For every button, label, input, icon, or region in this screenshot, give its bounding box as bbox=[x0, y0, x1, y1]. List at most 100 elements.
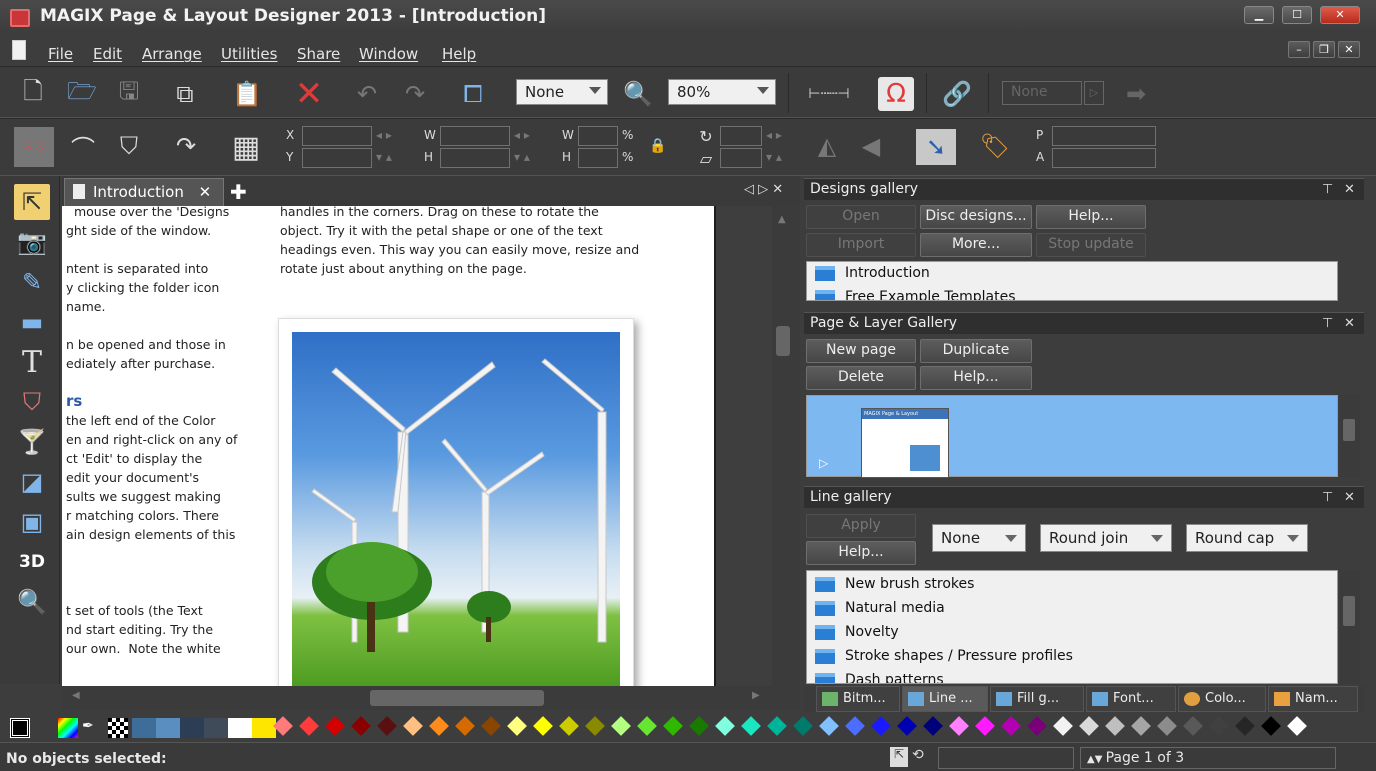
color-swatch[interactable] bbox=[767, 716, 787, 736]
new-document-icon[interactable]: 🗋 bbox=[18, 77, 48, 109]
zoom-icon[interactable]: 🔍 bbox=[620, 79, 656, 109]
freehand-tool-icon[interactable]: ✎ bbox=[14, 264, 50, 300]
open-button[interactable]: Open bbox=[806, 205, 916, 229]
scale-h-field[interactable] bbox=[578, 148, 618, 168]
line-gallery-scroll-thumb[interactable] bbox=[1343, 596, 1355, 626]
list-item[interactable]: New brush strokes bbox=[807, 573, 1337, 597]
import-button[interactable]: Import bbox=[806, 233, 916, 257]
color-editor-icon[interactable] bbox=[58, 718, 78, 738]
menu-arrange[interactable]: Arrange bbox=[142, 45, 202, 63]
flip-vertical-icon[interactable]: ◀ bbox=[856, 131, 886, 161]
color-swatch[interactable] bbox=[1131, 716, 1151, 736]
flip-horizontal-icon[interactable]: ◭ bbox=[812, 131, 842, 161]
refresh-icon[interactable]: ⟲ bbox=[912, 747, 932, 767]
rotation-stepper[interactable]: ◂ ▸ bbox=[766, 128, 782, 142]
w-stepper[interactable]: ◂ ▸ bbox=[514, 128, 530, 142]
stop-update-button[interactable]: Stop update bbox=[1036, 233, 1146, 257]
wind-turbine-photo[interactable] bbox=[292, 332, 620, 686]
color-swatch[interactable] bbox=[252, 718, 276, 738]
line-help-button[interactable]: Help... bbox=[806, 541, 916, 565]
scroll-left-icon[interactable]: ◀ bbox=[72, 690, 80, 701]
tab-introduction[interactable]: Introduction ✕ bbox=[64, 178, 224, 206]
color-swatch[interactable] bbox=[204, 718, 228, 738]
tab-line-gallery[interactable]: Line ... bbox=[902, 686, 988, 712]
width-field[interactable] bbox=[440, 126, 510, 146]
new-tab-icon[interactable]: ✚ bbox=[230, 180, 254, 204]
page-thumbnail[interactable]: MAGIX Page & Layout bbox=[861, 408, 949, 478]
color-swatch[interactable] bbox=[663, 716, 683, 736]
rectangle-tool-icon[interactable]: ▬ bbox=[14, 304, 50, 340]
color-swatch[interactable] bbox=[1287, 716, 1307, 736]
p-field[interactable] bbox=[1052, 126, 1156, 146]
pin-icon[interactable]: ⊤ bbox=[1322, 182, 1333, 197]
redo-icon[interactable]: ↷ bbox=[400, 79, 430, 109]
link-combo[interactable]: None bbox=[1002, 81, 1082, 105]
grid-icon[interactable]: ▦ bbox=[226, 129, 266, 165]
selector-mode-icon[interactable]: ⁙⁙ bbox=[14, 127, 54, 167]
copy-icon[interactable]: ⧉ bbox=[170, 79, 200, 109]
color-swatch[interactable] bbox=[377, 716, 397, 736]
selector-tool-icon[interactable]: ⇱ bbox=[14, 184, 50, 220]
color-swatch[interactable] bbox=[975, 716, 995, 736]
color-swatch[interactable] bbox=[481, 716, 501, 736]
open-folder-icon[interactable]: 🗁 bbox=[64, 77, 100, 109]
color-swatch[interactable] bbox=[1183, 716, 1203, 736]
skew-stepper[interactable]: ▾ ▴ bbox=[766, 150, 782, 164]
close-window-button[interactable]: ✕ bbox=[1320, 6, 1360, 24]
color-swatch[interactable] bbox=[845, 716, 865, 736]
color-swatch[interactable] bbox=[559, 716, 579, 736]
color-swatch[interactable] bbox=[1261, 716, 1281, 736]
forward-arrow-icon[interactable]: ➡ bbox=[1118, 79, 1154, 109]
menu-share[interactable]: Share bbox=[297, 45, 340, 63]
shape-editor-icon[interactable]: ⌒ bbox=[68, 131, 98, 163]
name-tag-icon[interactable]: 🏷 bbox=[980, 131, 1010, 161]
transparency-tool-icon[interactable]: 🍸 bbox=[14, 424, 50, 460]
delete-page-button[interactable]: Delete bbox=[806, 366, 916, 390]
color-swatch[interactable] bbox=[533, 716, 553, 736]
tab-nav-icons[interactable]: ◁ ▷ ✕ bbox=[744, 182, 783, 197]
disc-designs-button[interactable]: Disc designs... bbox=[920, 205, 1032, 229]
rotation-field[interactable] bbox=[720, 126, 762, 146]
menu-edit[interactable]: Edit bbox=[93, 45, 122, 63]
vertical-scroll-thumb[interactable] bbox=[776, 326, 790, 356]
color-swatch[interactable] bbox=[132, 718, 156, 738]
frame-tool-icon[interactable]: ▣ bbox=[14, 504, 50, 540]
color-swatch[interactable] bbox=[1053, 716, 1073, 736]
color-swatch[interactable] bbox=[351, 716, 371, 736]
list-item[interactable]: Stroke shapes / Pressure profiles bbox=[807, 645, 1337, 669]
vertical-scrollbar[interactable]: ▲ bbox=[772, 206, 800, 686]
color-swatch[interactable] bbox=[715, 716, 735, 736]
scale-w-field[interactable] bbox=[578, 126, 618, 146]
height-field[interactable] bbox=[440, 148, 510, 168]
tab-color-gallery[interactable]: Colo... bbox=[1178, 686, 1266, 712]
tab-font-gallery[interactable]: Font... bbox=[1086, 686, 1176, 712]
color-swatch[interactable] bbox=[429, 716, 449, 736]
duplicate-button[interactable]: Duplicate bbox=[920, 339, 1032, 363]
x-stepper[interactable]: ◂ ▸ bbox=[376, 128, 392, 142]
maximize-button[interactable]: ☐ bbox=[1282, 6, 1312, 24]
tab-close-icon[interactable]: ✕ bbox=[199, 183, 212, 201]
expand-icon[interactable]: ▷ bbox=[819, 456, 828, 470]
list-item[interactable]: Introduction bbox=[807, 262, 1337, 286]
designs-help-button[interactable]: Help... bbox=[1036, 205, 1146, 229]
color-swatch[interactable] bbox=[793, 716, 813, 736]
scroll-up-icon[interactable]: ▲ bbox=[778, 214, 786, 225]
link-go-button[interactable]: ▷ bbox=[1084, 81, 1104, 105]
more-button[interactable]: More... bbox=[920, 233, 1032, 257]
arrowhead-combo[interactable]: None bbox=[932, 524, 1026, 552]
color-swatch[interactable] bbox=[637, 716, 657, 736]
text-tool-icon[interactable]: T bbox=[14, 344, 50, 380]
color-swatch[interactable] bbox=[1105, 716, 1125, 736]
fill-combo[interactable]: None bbox=[516, 79, 608, 105]
fill-tool-left-icon[interactable]: ⛉ bbox=[14, 384, 50, 420]
pin-icon[interactable]: ⊤ bbox=[1322, 490, 1333, 505]
zoom-tool-icon[interactable]: 🔍 bbox=[14, 584, 50, 620]
color-swatch[interactable] bbox=[871, 716, 891, 736]
transparent-swatch[interactable] bbox=[108, 718, 128, 738]
close-gallery-icon[interactable]: ✕ bbox=[1344, 316, 1355, 331]
color-swatch[interactable] bbox=[897, 716, 917, 736]
color-swatch[interactable] bbox=[299, 716, 319, 736]
fill-tool-icon[interactable]: ⛉ bbox=[114, 131, 144, 161]
select-mode-icon[interactable]: ⇱ bbox=[890, 747, 908, 767]
ruler-icon[interactable]: ⊢┄┄⊣ bbox=[800, 79, 858, 109]
